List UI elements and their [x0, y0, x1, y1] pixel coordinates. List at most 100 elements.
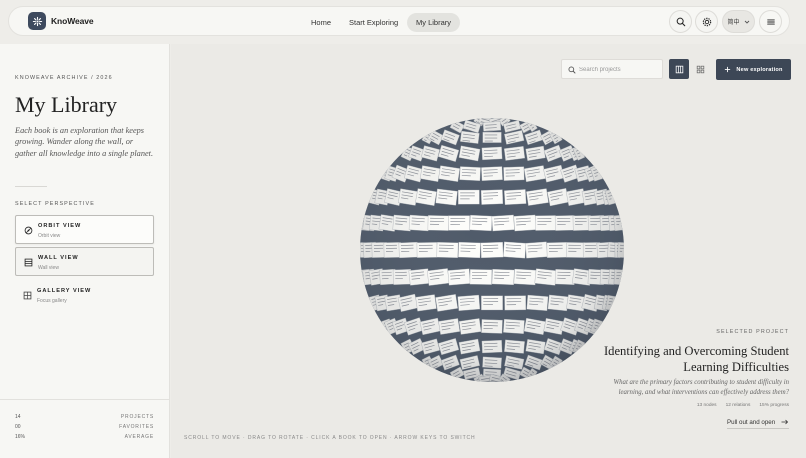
hamburger-icon [766, 18, 775, 25]
stat-favorites: 00 FAVORITES [15, 424, 154, 432]
book-card[interactable] [469, 214, 493, 232]
book-card[interactable] [469, 269, 493, 285]
book-card[interactable] [525, 241, 548, 259]
book-card[interactable] [448, 215, 470, 231]
book-card[interactable] [491, 214, 515, 232]
book-card[interactable] [458, 189, 480, 205]
selected-project-description: What are the primary factors contributin… [613, 379, 789, 396]
book-card[interactable] [481, 340, 503, 354]
nav-home[interactable]: Home [302, 13, 340, 32]
book-card[interactable] [554, 269, 576, 285]
book-card[interactable] [504, 295, 527, 311]
gallery-view-option[interactable]: GALLERY VIEW Focus gallery [15, 281, 154, 310]
book-card[interactable] [481, 319, 503, 334]
book-card[interactable] [491, 269, 515, 285]
book-card[interactable] [613, 214, 624, 231]
book-card[interactable] [447, 268, 471, 286]
book-card[interactable] [504, 339, 525, 354]
book-card[interactable] [398, 241, 419, 259]
book-card[interactable] [513, 214, 537, 232]
book-card[interactable] [566, 294, 586, 312]
orbit-view-sub: Orbit view [38, 233, 61, 239]
search-icon [676, 17, 685, 26]
archive-eyebrow: KNOWEAVE ARCHIVE / 2026 [15, 75, 113, 81]
book-card[interactable] [513, 268, 537, 286]
book-card[interactable] [482, 121, 502, 132]
book-card[interactable] [427, 268, 450, 286]
new-exploration-button[interactable]: New exploration [716, 59, 791, 80]
stat-label: AVERAGE [124, 434, 154, 440]
settings-button[interactable] [695, 10, 718, 33]
search-button[interactable] [669, 10, 692, 33]
book-card[interactable] [459, 166, 481, 181]
pull-out-open-link[interactable]: Pull out and open [727, 416, 789, 429]
chevron-down-icon [744, 20, 749, 24]
divider [0, 399, 170, 400]
book-card[interactable] [408, 268, 430, 286]
book-card[interactable] [617, 242, 626, 258]
book-card[interactable] [480, 241, 504, 259]
book-card[interactable] [566, 242, 586, 258]
logo-icon[interactable] [28, 12, 46, 30]
book-card[interactable] [526, 294, 549, 311]
selected-project-title[interactable]: Identifying and Overcoming Student Learn… [559, 343, 789, 375]
book-card[interactable] [613, 269, 624, 285]
book-card[interactable] [547, 294, 569, 312]
menu-button[interactable] [759, 10, 782, 33]
book-card[interactable] [392, 269, 412, 285]
book-card[interactable] [546, 242, 568, 258]
library-sidebar: KNOWEAVE ARCHIVE / 2026 My Library Each … [0, 44, 170, 458]
book-card[interactable] [438, 165, 461, 182]
book-card[interactable] [554, 215, 575, 231]
book-card[interactable] [481, 146, 503, 161]
book-card[interactable] [458, 241, 481, 259]
book-card[interactable] [436, 242, 459, 258]
book-card[interactable] [435, 188, 458, 206]
wall-view-option[interactable]: WALL VIEW Wall view [15, 247, 154, 276]
divider [15, 186, 47, 187]
book-card[interactable] [415, 294, 437, 312]
book-card[interactable] [503, 166, 525, 181]
book-card[interactable] [503, 318, 525, 334]
book-card[interactable] [438, 318, 461, 335]
layout-toggle-columns[interactable] [669, 59, 689, 79]
search-icon [568, 66, 576, 74]
book-card[interactable] [427, 215, 449, 231]
book-card[interactable] [481, 295, 503, 311]
wall-icon [23, 257, 33, 267]
book-card[interactable] [480, 189, 504, 205]
layout-toggle-grid[interactable] [690, 59, 710, 79]
book-card[interactable] [503, 146, 526, 161]
language-label: 简中 [727, 20, 740, 26]
project-search[interactable] [561, 59, 663, 79]
book-card[interactable] [482, 131, 502, 143]
book-card[interactable] [457, 294, 481, 311]
book-card[interactable] [482, 356, 502, 369]
nav-start-exploring[interactable]: Start Exploring [340, 13, 407, 32]
book-card[interactable] [534, 268, 557, 286]
book-card[interactable] [481, 166, 503, 181]
search-input[interactable] [579, 63, 661, 76]
book-card[interactable] [526, 188, 549, 206]
book-card[interactable] [435, 294, 458, 312]
book-card[interactable] [392, 214, 412, 232]
book-card[interactable] [535, 215, 557, 231]
book-card[interactable] [398, 188, 418, 206]
selected-project-label: SELECTED PROJECT [716, 329, 789, 335]
stat-projects: 14 PROJECTS [15, 414, 154, 422]
book-card[interactable] [458, 318, 482, 335]
book-card[interactable] [504, 189, 527, 205]
perspective-label: SELECT PERSPECTIVE [15, 201, 95, 207]
arrow-right-icon [781, 419, 789, 425]
orbit-view-name: ORBIT VIEW [38, 223, 82, 229]
orbit-view-option[interactable]: ORBIT VIEW Orbit view [15, 215, 154, 244]
nav-my-library[interactable]: My Library [407, 13, 461, 32]
book-card[interactable] [503, 241, 527, 259]
language-selector[interactable]: 简中 [722, 10, 755, 33]
brand-name[interactable]: KnoWeave [51, 16, 94, 26]
book-card[interactable] [416, 242, 438, 258]
meta-progress: 15% progress [759, 403, 789, 408]
book-card[interactable] [460, 130, 480, 144]
book-card[interactable] [408, 214, 430, 232]
book-card[interactable] [383, 242, 402, 258]
